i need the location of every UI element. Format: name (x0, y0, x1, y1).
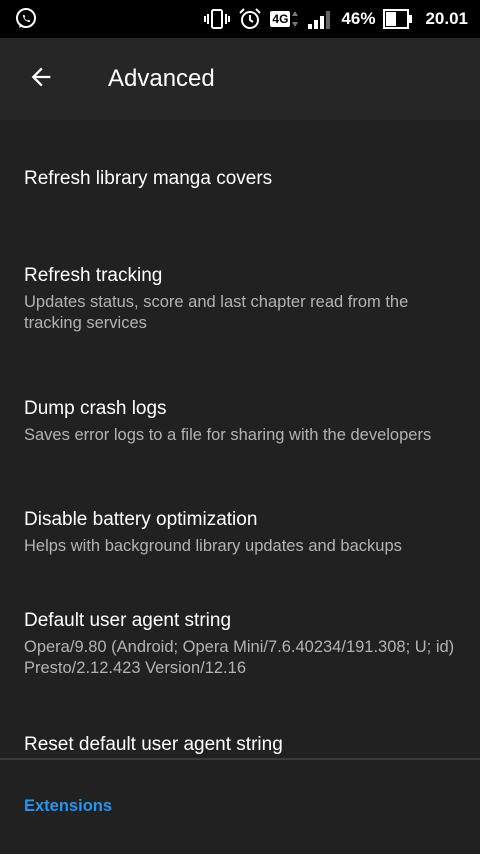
network-4g-icon: 4G (270, 9, 299, 29)
pref-summary: Helps with background library updates an… (24, 536, 402, 555)
section-divider (0, 758, 480, 760)
signal-icon (307, 8, 333, 30)
pref-disable-battery-optimization[interactable]: Disable battery optimization Helps with … (0, 482, 480, 582)
whatsapp-icon (14, 7, 38, 31)
pref-summary: Updates status, score and last chapter r… (24, 293, 409, 332)
pref-title: Refresh tracking (24, 265, 163, 286)
pref-summary: Saves error logs to a file for sharing w… (24, 425, 432, 444)
pref-summary: Opera/9.80 (Android; Opera Mini/7.6.4023… (24, 638, 455, 677)
pref-title: Disable battery optimization (24, 508, 258, 530)
battery-percent: 46% (341, 9, 376, 28)
battery-icon (383, 9, 413, 29)
back-button[interactable] (19, 57, 63, 101)
app-toolbar: Advanced (0, 38, 480, 120)
pref-refresh-tracking[interactable]: Refresh tracking Updates status, score a… (0, 238, 480, 360)
clock-time: 20.01 (425, 9, 468, 28)
extensions-section-header: Extensions (24, 797, 113, 815)
pref-title: Default user agent string (24, 610, 232, 631)
pref-dump-crash-logs[interactable]: Dump crash logs Saves error logs to a fi… (0, 360, 480, 482)
pref-title: Reset default user agent string (24, 734, 283, 755)
pref-title: Dump crash logs (24, 397, 167, 419)
page-title: Advanced (108, 65, 215, 92)
status-bar: 4G 46% 20.01 (0, 0, 480, 38)
vibrate-icon (204, 8, 231, 30)
pref-default-user-agent[interactable]: Default user agent string Opera/9.80 (An… (0, 582, 480, 706)
pref-title: Refresh library manga covers (24, 168, 273, 189)
pref-reset-user-agent[interactable]: Reset default user agent string (0, 706, 480, 784)
pref-refresh-covers[interactable]: Refresh library manga covers (0, 120, 480, 238)
arrow-back-icon (27, 63, 55, 96)
preference-list: Refresh library manga covers Refresh tra… (0, 120, 480, 784)
alarm-icon (238, 7, 262, 31)
